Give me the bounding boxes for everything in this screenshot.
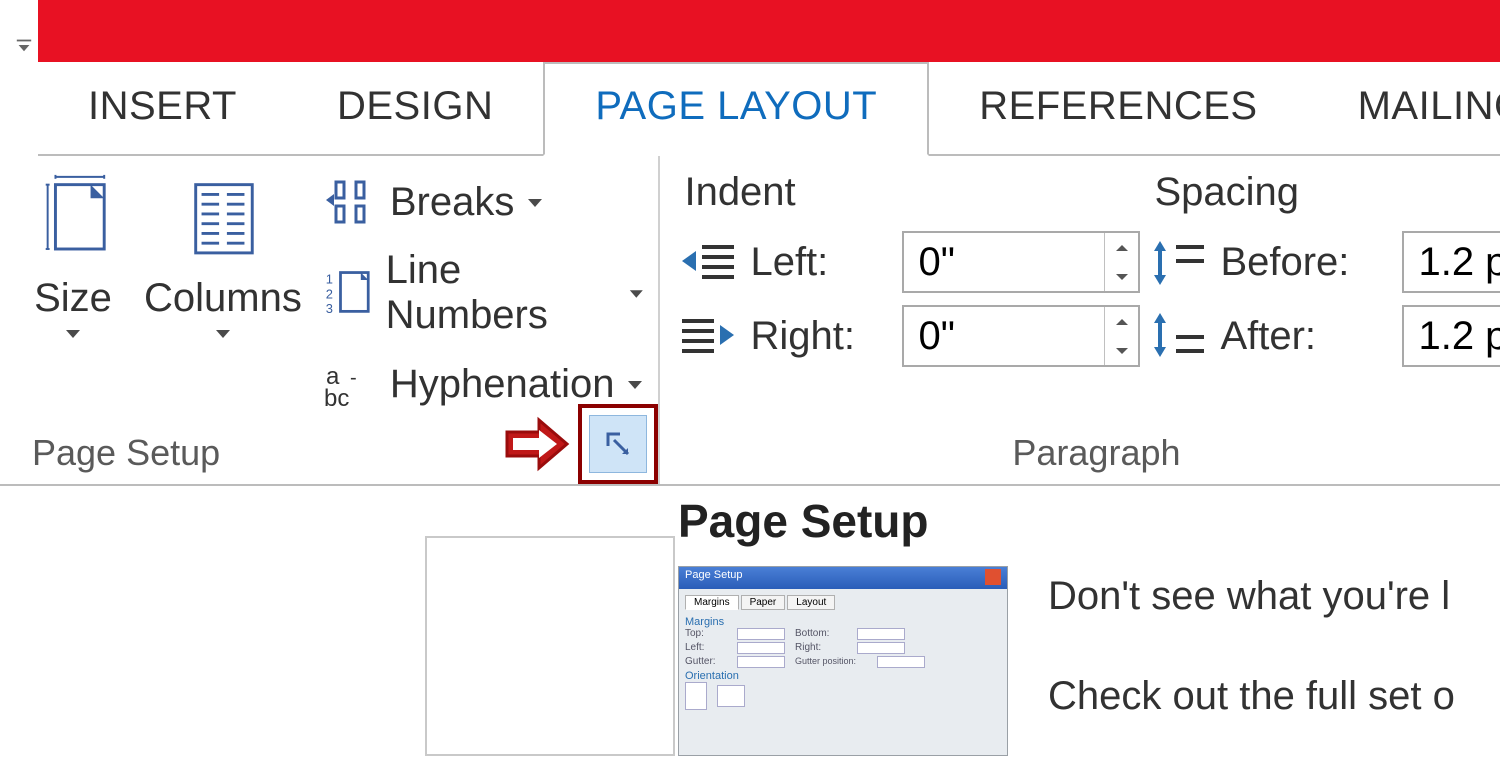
spacing-before-icon <box>1148 237 1208 287</box>
dropdown-icon <box>214 327 232 339</box>
tab-insert[interactable]: INSERT <box>38 62 287 154</box>
page-size-icon <box>34 170 112 270</box>
svg-text:-: - <box>350 367 357 389</box>
tab-design[interactable]: DESIGN <box>287 62 543 154</box>
breaks-icon <box>322 174 378 230</box>
spacing-after-input[interactable] <box>1404 307 1500 365</box>
dropdown-icon <box>626 378 644 390</box>
spacing-heading: Spacing <box>1148 170 1500 215</box>
page-setup-tooltip: Page Setup Page Setup Margins Paper Layo… <box>678 494 1498 766</box>
hyphenation-icon: a - bc <box>322 356 378 412</box>
line-numbers-button[interactable]: 1 2 3 Line Numbers <box>322 248 645 338</box>
svg-text:bc: bc <box>324 385 349 412</box>
line-numbers-icon: 1 2 3 <box>322 265 374 321</box>
spacing-before-spinner[interactable] <box>1402 231 1500 293</box>
ribbon: Size Columns <box>0 156 1500 486</box>
title-bar <box>38 0 1500 62</box>
size-button[interactable]: Size <box>22 170 124 428</box>
indent-right-input[interactable] <box>904 307 1104 365</box>
callout-arrow-icon <box>503 414 573 474</box>
spacing-after-spinner[interactable] <box>1402 305 1500 367</box>
tooltip-title: Page Setup <box>678 494 1498 548</box>
indent-left-input[interactable] <box>904 233 1104 291</box>
spacing-before-label: Before: <box>1220 240 1390 285</box>
svg-text:1: 1 <box>326 272 333 287</box>
tooltip-dialog-preview: Page Setup Margins Paper Layout Margins … <box>678 566 1008 756</box>
spin-up[interactable] <box>1105 307 1138 336</box>
svg-text:3: 3 <box>326 301 333 316</box>
breaks-button[interactable]: Breaks <box>322 174 645 230</box>
hyphenation-label: Hyphenation <box>390 362 615 407</box>
columns-icon <box>184 170 262 270</box>
svg-text:2: 2 <box>326 287 333 302</box>
indent-right-spinner[interactable] <box>902 305 1140 367</box>
indent-left-spinner[interactable] <box>902 231 1140 293</box>
spacing-before-input[interactable] <box>1404 233 1500 291</box>
dropdown-icon <box>628 287 645 299</box>
close-icon <box>985 569 1001 585</box>
spin-up[interactable] <box>1105 233 1138 262</box>
quick-access-dropdown-icon[interactable] <box>15 36 33 54</box>
breaks-label: Breaks <box>390 180 515 225</box>
tab-mailings[interactable]: MAILINGS <box>1308 62 1500 154</box>
group-paragraph: Indent Left: <box>660 156 1500 484</box>
spin-down[interactable] <box>1105 336 1138 365</box>
dropdown-icon <box>64 327 82 339</box>
size-label: Size <box>34 276 112 321</box>
page-setup-dialog-launcher[interactable] <box>589 415 647 473</box>
indent-heading: Indent <box>678 170 1148 215</box>
group-label-paragraph: Paragraph <box>678 428 1500 476</box>
spin-down[interactable] <box>1105 262 1138 291</box>
indent-left-icon <box>678 237 738 287</box>
ribbon-tabs: INSERT DESIGN PAGE LAYOUT REFERENCES MAI… <box>38 62 1500 156</box>
callout-highlight <box>578 404 658 484</box>
document-page <box>425 536 675 756</box>
dropdown-icon <box>526 196 544 208</box>
indent-right-label: Right: <box>750 314 890 359</box>
group-page-setup: Size Columns <box>0 156 660 484</box>
tooltip-text: Don't see what you're l Check out the fu… <box>1048 566 1455 766</box>
document-area: Page Setup Page Setup Margins Paper Layo… <box>0 486 1500 756</box>
spacing-after-icon <box>1148 311 1208 361</box>
tab-references[interactable]: REFERENCES <box>929 62 1307 154</box>
columns-button[interactable]: Columns <box>132 170 314 428</box>
columns-label: Columns <box>144 276 302 321</box>
indent-right-icon <box>678 311 738 361</box>
indent-left-label: Left: <box>750 240 890 285</box>
spacing-after-label: After: <box>1220 314 1390 359</box>
tab-page-layout[interactable]: PAGE LAYOUT <box>543 62 929 156</box>
line-numbers-label: Line Numbers <box>386 248 616 338</box>
